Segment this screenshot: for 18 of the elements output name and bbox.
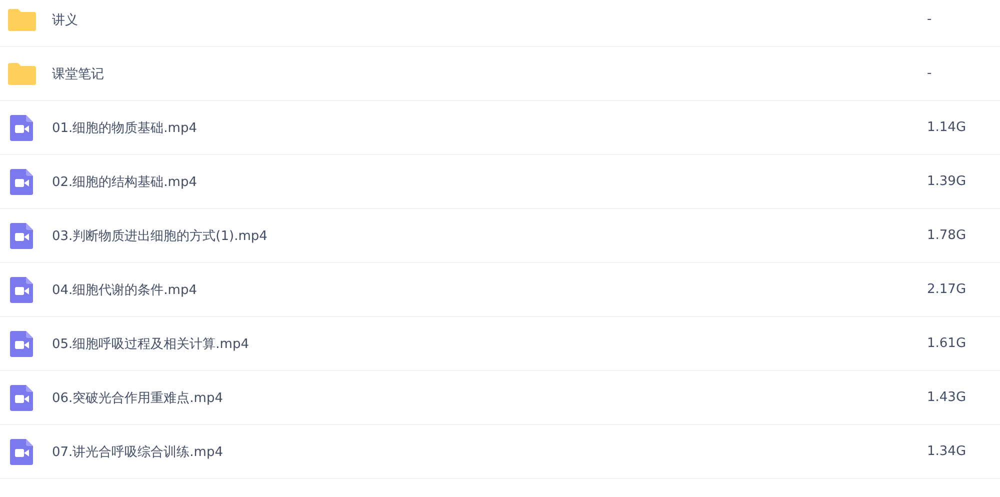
file-name[interactable]: 02.细胞的结构基础.mp4 bbox=[52, 172, 927, 190]
file-size: 1.78G bbox=[927, 228, 968, 243]
file-size: 1.61G bbox=[927, 336, 968, 351]
file-name[interactable]: 课堂笔记 bbox=[52, 64, 927, 82]
file-size: 1.39G bbox=[927, 174, 968, 189]
file-name[interactable]: 01.细胞的物质基础.mp4 bbox=[52, 118, 927, 136]
file-name[interactable]: 03.判断物质进出细胞的方式(1).mp4 bbox=[52, 226, 927, 244]
file-name[interactable]: 06.突破光合作用重难点.mp4 bbox=[52, 388, 927, 406]
file-name[interactable]: 讲义 bbox=[52, 10, 927, 28]
file-size: 1.43G bbox=[927, 390, 968, 405]
file-name[interactable]: 04.细胞代谢的条件.mp4 bbox=[52, 280, 927, 298]
file-size: - bbox=[927, 12, 933, 27]
file-name[interactable]: 07.讲光合呼吸综合训练.mp4 bbox=[52, 442, 927, 460]
file-size: - bbox=[927, 66, 933, 81]
file-size: 1.34G bbox=[927, 444, 968, 459]
file-name[interactable]: 05.细胞呼吸过程及相关计算.mp4 bbox=[52, 334, 927, 352]
file-size: 2.17G bbox=[927, 282, 968, 297]
file-size: 1.14G bbox=[927, 120, 968, 135]
